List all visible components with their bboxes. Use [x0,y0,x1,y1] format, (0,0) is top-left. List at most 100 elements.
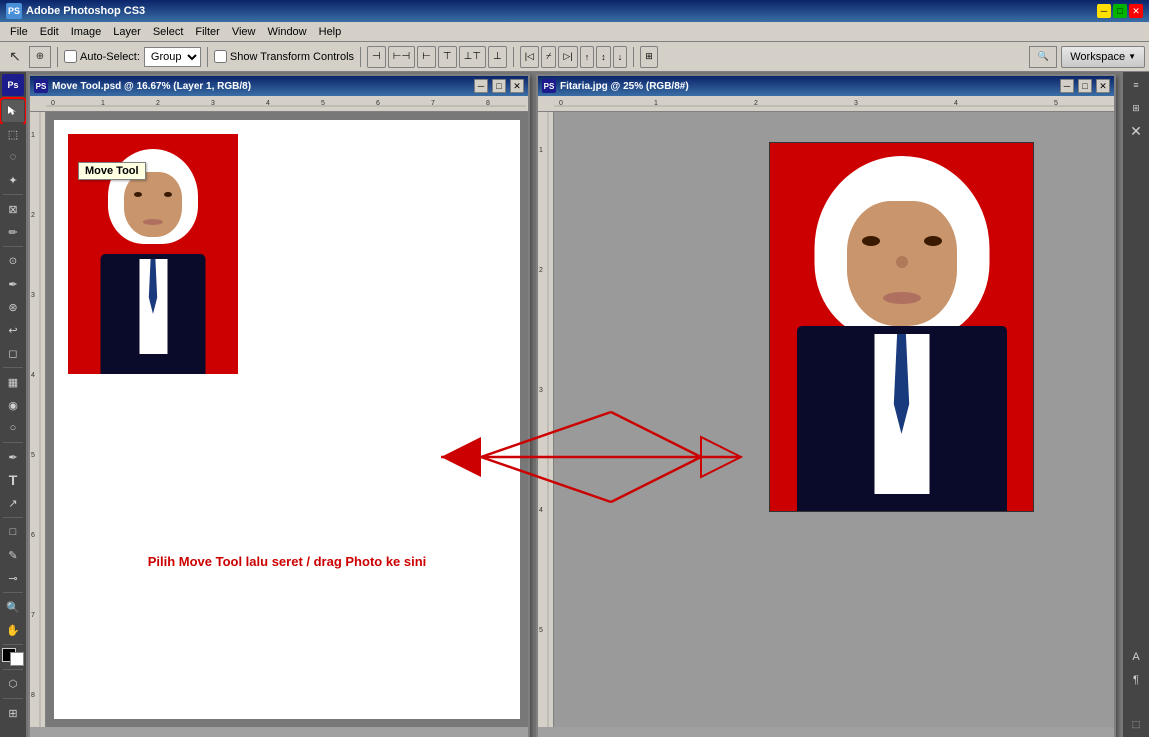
svg-text:1: 1 [654,100,658,107]
minimize-button[interactable]: ─ [1097,4,1111,18]
shape-tool-btn[interactable]: □ [2,521,24,543]
quick-mask-btn[interactable]: ⬡ [2,673,24,695]
hand-btn[interactable]: ✋ [2,619,24,641]
svg-text:4: 4 [954,100,958,107]
doc1-title: Move Tool.psd @ 16.67% (Layer 1, RGB/8) [52,81,470,92]
dist-right-btn[interactable]: ▷| [558,46,577,68]
menu-layer[interactable]: Layer [107,25,147,39]
right-panel-btn-6[interactable]: ⬚ [1125,713,1147,735]
workspace-button[interactable]: Workspace ▼ [1061,46,1145,68]
svg-text:0: 0 [51,100,55,107]
align-top-btn[interactable]: ⊤ [438,46,457,68]
move-tool-tooltip: Move Tool [78,162,146,180]
doc1-maximize[interactable]: □ [492,79,506,93]
tool-sep-3 [3,367,23,368]
eyedropper-btn[interactable]: ✏ [2,221,24,243]
eraser-btn[interactable]: ◻ [2,342,24,364]
right-eye [164,192,172,197]
tool-options-icon[interactable]: ⊕ [29,46,51,68]
menu-edit[interactable]: Edit [34,25,65,39]
right-panel-btn-3[interactable]: ✕ [1125,120,1147,142]
alignment-buttons: ⊣ ⊢⊣ ⊢ ⊤ ⊥⊤ ⊥ [367,46,507,68]
right-panel-btn-5[interactable]: ¶ [1125,669,1147,691]
dodge-btn[interactable]: ○ [2,417,24,439]
svg-text:7: 7 [431,100,435,107]
auto-select-dropdown[interactable]: Group Layer [144,47,201,67]
color-swatch[interactable] [2,648,24,666]
maximize-button[interactable]: □ [1113,4,1127,18]
brush-tool-btn[interactable]: ✒ [2,273,24,295]
face [124,172,182,237]
menu-bar: File Edit Image Layer Select Filter View… [0,22,1149,42]
blur-btn[interactable]: ◉ [2,394,24,416]
clone-stamp-btn[interactable]: ⊛ [2,296,24,318]
dist-middle-v-btn[interactable]: ↕ [596,46,611,68]
notes-btn[interactable]: ✎ [2,544,24,566]
svg-text:4: 4 [539,507,543,514]
right-panel-btn-1[interactable]: ≡ [1125,74,1147,96]
app-icon: PS [6,3,22,19]
auto-align-btn[interactable]: ⊞ [640,46,658,68]
lasso-tool-btn[interactable]: ◌ [2,146,24,168]
doc1-ruler-top: 0 1 2 3 4 5 6 7 8 [30,96,528,112]
svg-text:3: 3 [539,387,543,394]
right-panel: ≡ ⊞ ✕ A ¶ ⬚ [1123,72,1149,737]
toolbar: ↖ ⊕ Auto-Select: Group Layer Show Transf… [0,42,1149,72]
menu-help[interactable]: Help [313,25,348,39]
selection-tool-btn[interactable]: ⬚ [2,123,24,145]
magic-wand-btn[interactable]: ✦ [2,169,24,191]
menu-file[interactable]: File [4,25,34,39]
show-transform-label: Show Transform Controls [214,50,354,63]
right-panel-btn-2[interactable]: ⊞ [1125,97,1147,119]
lips [143,219,163,225]
dist-top-btn[interactable]: ↑ [580,46,595,68]
menu-view[interactable]: View [226,25,262,39]
doc1-close[interactable]: ✕ [510,79,524,93]
toolbar-separator-4 [513,47,514,67]
dist-left-btn[interactable]: |◁ [520,46,539,68]
doc1-ruler-left: 1 2 3 4 5 6 7 8 [30,112,46,727]
distribute-buttons: |◁ ⌿ ▷| ↑ ↕ ↓ [520,46,627,68]
pen-tool-btn[interactable]: ✒ [2,446,24,468]
tool-sep-4 [3,442,23,443]
show-transform-checkbox[interactable] [214,50,227,63]
move-tool-btn[interactable] [2,100,24,122]
align-center-h-btn[interactable]: ⊢⊣ [388,46,415,68]
toolbar-separator-2 [207,47,208,67]
screen-mode-btn[interactable]: ⊞ [2,702,24,724]
history-brush-btn[interactable]: ↩ [2,319,24,341]
app-title: Adobe Photoshop CS3 [26,5,1097,17]
spot-heal-btn[interactable]: ⊙ [2,250,24,272]
close-button[interactable]: ✕ [1129,4,1143,18]
auto-select-checkbox[interactable] [64,50,77,63]
align-middle-v-btn[interactable]: ⊥⊤ [459,46,486,68]
svg-text:4: 4 [31,372,35,379]
doc2-maximize[interactable]: □ [1078,79,1092,93]
right-panel-btn-4[interactable]: A [1125,646,1147,668]
path-select-btn[interactable]: ↗ [2,492,24,514]
dist-bottom-btn[interactable]: ↓ [613,46,628,68]
doc2-close[interactable]: ✕ [1096,79,1110,93]
menu-select[interactable]: Select [147,25,190,39]
info-btn[interactable]: 🔍 [1029,46,1057,68]
align-left-btn[interactable]: ⊣ [367,46,386,68]
crop-tool-btn[interactable]: ⊠ [2,198,24,220]
zoom-btn[interactable]: 🔍 [2,596,24,618]
svg-text:6: 6 [376,100,380,107]
face-large [847,201,957,326]
menu-image[interactable]: Image [65,25,108,39]
gradient-btn[interactable]: ▦ [2,371,24,393]
doc2-minimize[interactable]: ─ [1060,79,1074,93]
align-right-btn[interactable]: ⊢ [417,46,436,68]
menu-filter[interactable]: Filter [189,25,225,39]
align-bottom-btn[interactable]: ⊥ [488,46,507,68]
left-eye [134,192,142,197]
text-tool-btn[interactable]: T [2,469,24,491]
svg-text:4: 4 [266,100,270,107]
measure-btn[interactable]: ⊸ [2,567,24,589]
svg-text:8: 8 [31,692,35,699]
menu-window[interactable]: Window [262,25,313,39]
doc1-minimize[interactable]: ─ [474,79,488,93]
main-layout: Ps ⬚ ◌ ✦ ⊠ ✏ ⊙ ✒ ⊛ ↩ ◻ ▦ ◉ ○ ✒ T ↗ □ ✎ ⊸… [0,72,1149,737]
dist-center-h-btn[interactable]: ⌿ [541,46,556,68]
